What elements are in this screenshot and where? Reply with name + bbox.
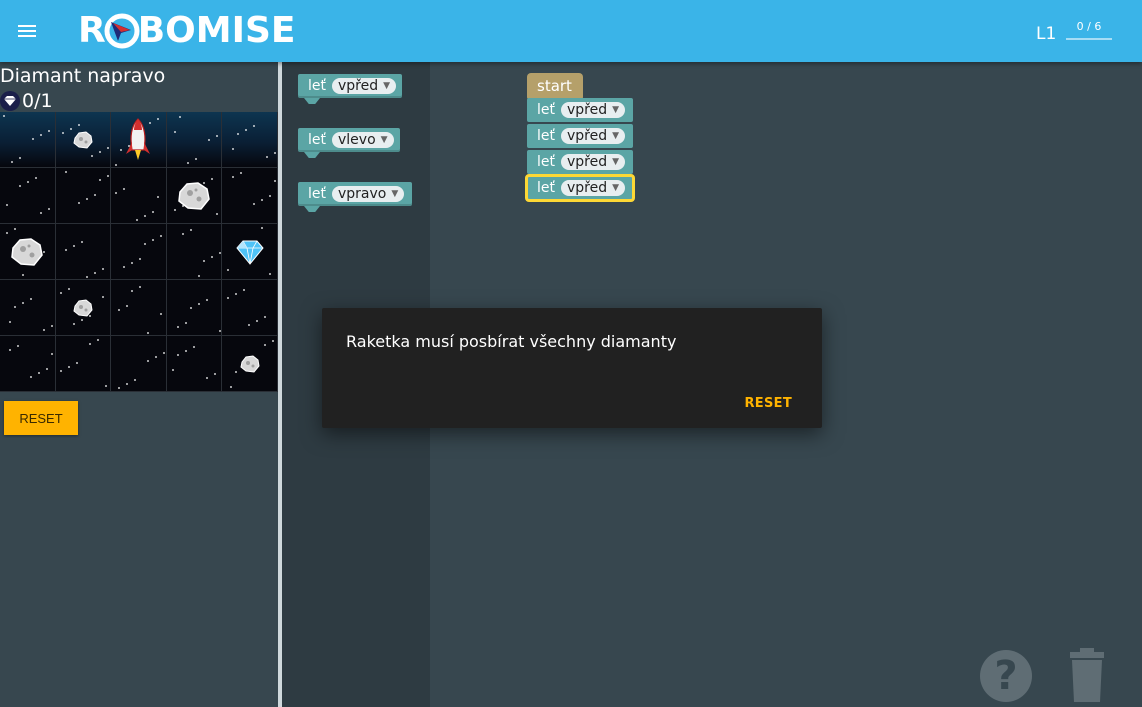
level-label: L1 <box>1036 24 1057 44</box>
block-label: leť <box>537 128 555 144</box>
board-cell <box>222 336 278 392</box>
diamond-icon <box>235 239 265 265</box>
program-block-selected[interactable]: leť vpřed ▼ <box>525 174 635 202</box>
level-title: Diamant napravo <box>0 65 166 87</box>
direction-dropdown[interactable]: vpřed ▼ <box>561 154 626 170</box>
reset-button[interactable]: RESET <box>4 401 78 435</box>
board-cell <box>166 224 223 280</box>
board-cell <box>0 280 56 336</box>
rocket-icon <box>123 117 153 162</box>
board-cell <box>0 336 56 392</box>
block-label: leť <box>308 78 326 94</box>
asteroid-icon <box>9 236 45 268</box>
board-cell <box>166 112 223 168</box>
logo-text-right: BOMISE <box>137 10 296 51</box>
program-block[interactable]: leť vpřed ▼ <box>527 98 633 122</box>
dropdown-value: vpřed <box>338 78 379 94</box>
diamond-counter: 0/1 <box>0 90 53 112</box>
dialog-reset-button[interactable]: RESET <box>744 396 792 411</box>
dropdown-value: vpřed <box>567 154 608 170</box>
board-cell <box>111 336 167 392</box>
dropdown-arrow-icon: ▼ <box>383 81 391 91</box>
direction-dropdown[interactable]: vlevo ▼ <box>332 132 394 148</box>
logo: R BOMISE <box>78 12 296 50</box>
dropdown-arrow-icon: ▼ <box>391 189 399 199</box>
dropdown-arrow-icon: ▼ <box>612 183 620 193</box>
logo-text-left: R <box>78 10 106 51</box>
board-cell <box>111 112 167 168</box>
trash-icon[interactable] <box>1066 648 1108 702</box>
start-block[interactable]: start <box>527 73 583 99</box>
board-cell <box>111 224 167 280</box>
help-icon[interactable]: ? <box>980 650 1032 702</box>
progress-text: 0 / 6 <box>1076 20 1102 33</box>
asteroid-icon <box>72 130 94 150</box>
board-cell <box>0 168 56 224</box>
block-label: leť <box>308 186 326 202</box>
toolbox-block-fly-forward[interactable]: leť vpřed ▼ <box>298 74 402 104</box>
board-cell <box>111 280 167 336</box>
board-cell <box>55 168 112 224</box>
direction-dropdown[interactable]: vpřed ▼ <box>561 128 626 144</box>
asteroid-icon <box>176 180 212 212</box>
diamond-count: 0/1 <box>22 90 53 112</box>
board-cell <box>222 168 278 224</box>
dropdown-arrow-icon: ▼ <box>380 135 388 145</box>
menu-icon[interactable] <box>18 22 42 40</box>
program-block[interactable]: leť vpřed ▼ <box>527 150 633 174</box>
dropdown-value: vpřed <box>567 128 608 144</box>
direction-dropdown[interactable]: vpravo ▼ <box>332 186 405 202</box>
board-cell <box>222 112 278 168</box>
logo-rocket-icon <box>104 13 140 49</box>
block-label: leť <box>537 102 555 118</box>
board-cell <box>222 224 278 280</box>
progress-bar <box>1066 38 1112 40</box>
board-cell <box>222 280 278 336</box>
program-block[interactable]: leť vpřed ▼ <box>527 124 633 148</box>
direction-dropdown[interactable]: vpřed ▼ <box>332 78 397 94</box>
level-progress: 0 / 6 <box>1066 20 1112 40</box>
block-label: leť <box>308 132 326 148</box>
dialog-message: Raketka musí posbírat všechny diamanty <box>346 332 677 351</box>
board-cell <box>55 112 112 168</box>
diamond-icon <box>0 91 20 111</box>
board-cell <box>55 224 112 280</box>
block-label: leť <box>537 180 555 196</box>
dropdown-value: vlevo <box>338 132 376 148</box>
top-app-bar: R BOMISE L1 0 / 6 <box>0 0 1142 62</box>
dropdown-value: vpřed <box>567 102 608 118</box>
board-cell <box>55 336 112 392</box>
dropdown-value: vpřed <box>567 180 608 196</box>
board-cell <box>166 280 223 336</box>
result-dialog: Raketka musí posbírat všechny diamanty R… <box>322 308 822 428</box>
direction-dropdown[interactable]: vpřed ▼ <box>561 180 626 196</box>
game-board <box>0 112 278 392</box>
board-cell <box>0 112 56 168</box>
dropdown-arrow-icon: ▼ <box>612 131 620 141</box>
board-cell <box>166 168 223 224</box>
toolbox-block-fly-left[interactable]: leť vlevo ▼ <box>298 128 400 158</box>
game-panel: Diamant napravo 0/1 RESET <box>0 62 278 707</box>
asteroid-icon <box>239 354 261 374</box>
board-cell <box>166 336 223 392</box>
board-cell <box>0 224 56 280</box>
block-label: leť <box>537 154 555 170</box>
toolbox-block-fly-right[interactable]: leť vpravo ▼ <box>298 182 412 212</box>
direction-dropdown[interactable]: vpřed ▼ <box>561 102 626 118</box>
board-cell <box>55 280 112 336</box>
dropdown-arrow-icon: ▼ <box>612 157 620 167</box>
board-cell <box>111 168 167 224</box>
asteroid-icon <box>72 298 94 318</box>
dropdown-arrow-icon: ▼ <box>612 105 620 115</box>
dropdown-value: vpravo <box>338 186 387 202</box>
